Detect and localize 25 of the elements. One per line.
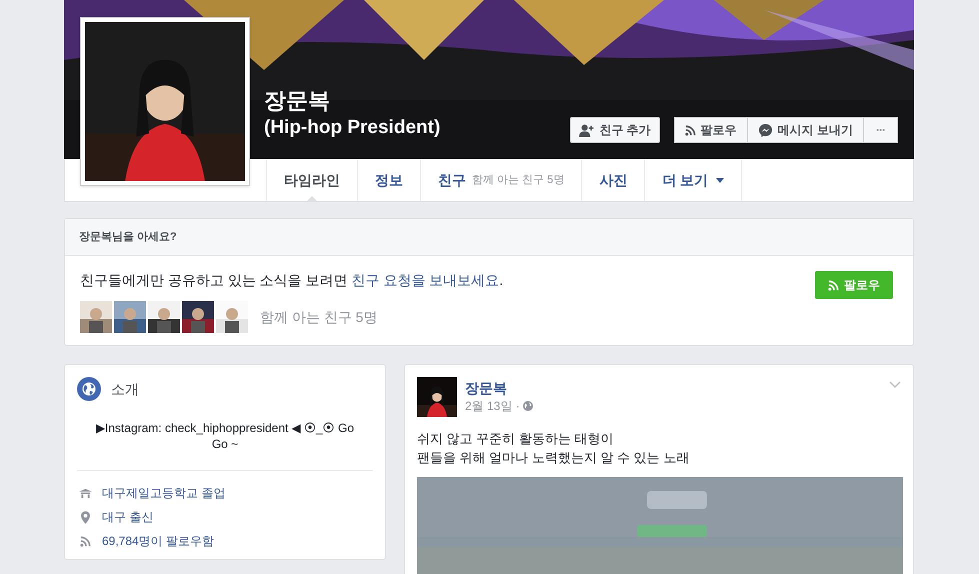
post-author[interactable]: 장문복: [465, 379, 533, 397]
rss-icon: [828, 280, 839, 290]
globe-icon: [77, 377, 101, 401]
rss-icon: [80, 536, 90, 546]
post-text: 쉬지 않고 꾸준히 활동하는 태형이: [417, 430, 614, 448]
card-title: 장문복님을 아세요?: [79, 230, 177, 245]
intro-detail: 69,784명이 팔로우함: [102, 533, 214, 550]
intro-title: 소개: [111, 380, 139, 398]
post-text: 팬들을 위해 얼마나 노력했는지 알 수 있는 노래: [417, 449, 690, 467]
profile-tab[interactable]: 정보: [358, 159, 421, 201]
post-date: 2월 13일 ·: [465, 398, 520, 415]
intro-detail: 대구제일고등학교 졸업: [102, 485, 226, 502]
friend-request-link[interactable]: 친구 요청을 보내보세요: [351, 272, 500, 288]
intro-bio: ▶Instagram: check_hiphoppresident ◀ ⦿_⦿ Go Go ~: [94, 420, 356, 452]
map-pin-icon: [80, 510, 90, 524]
building-icon: [78, 488, 92, 498]
globe-icon: [522, 401, 533, 411]
profile-tab[interactable]: 타임라인: [266, 159, 358, 201]
request-message: 친구들에게만 공유하고 있는 소식을 보려면 친구 요청을 보내보세요.: [80, 271, 504, 290]
mutual-friends-count: 함께 아는 친구 5명: [260, 308, 378, 326]
profile-tab[interactable]: 친구 함께 아는 친구 5명: [421, 159, 582, 201]
profile-tab[interactable]: 더 보기: [645, 159, 742, 201]
intro-detail: 대구 출신: [102, 509, 154, 526]
profile-tab[interactable]: 사진: [582, 159, 646, 201]
chevron-icon: [889, 381, 901, 389]
